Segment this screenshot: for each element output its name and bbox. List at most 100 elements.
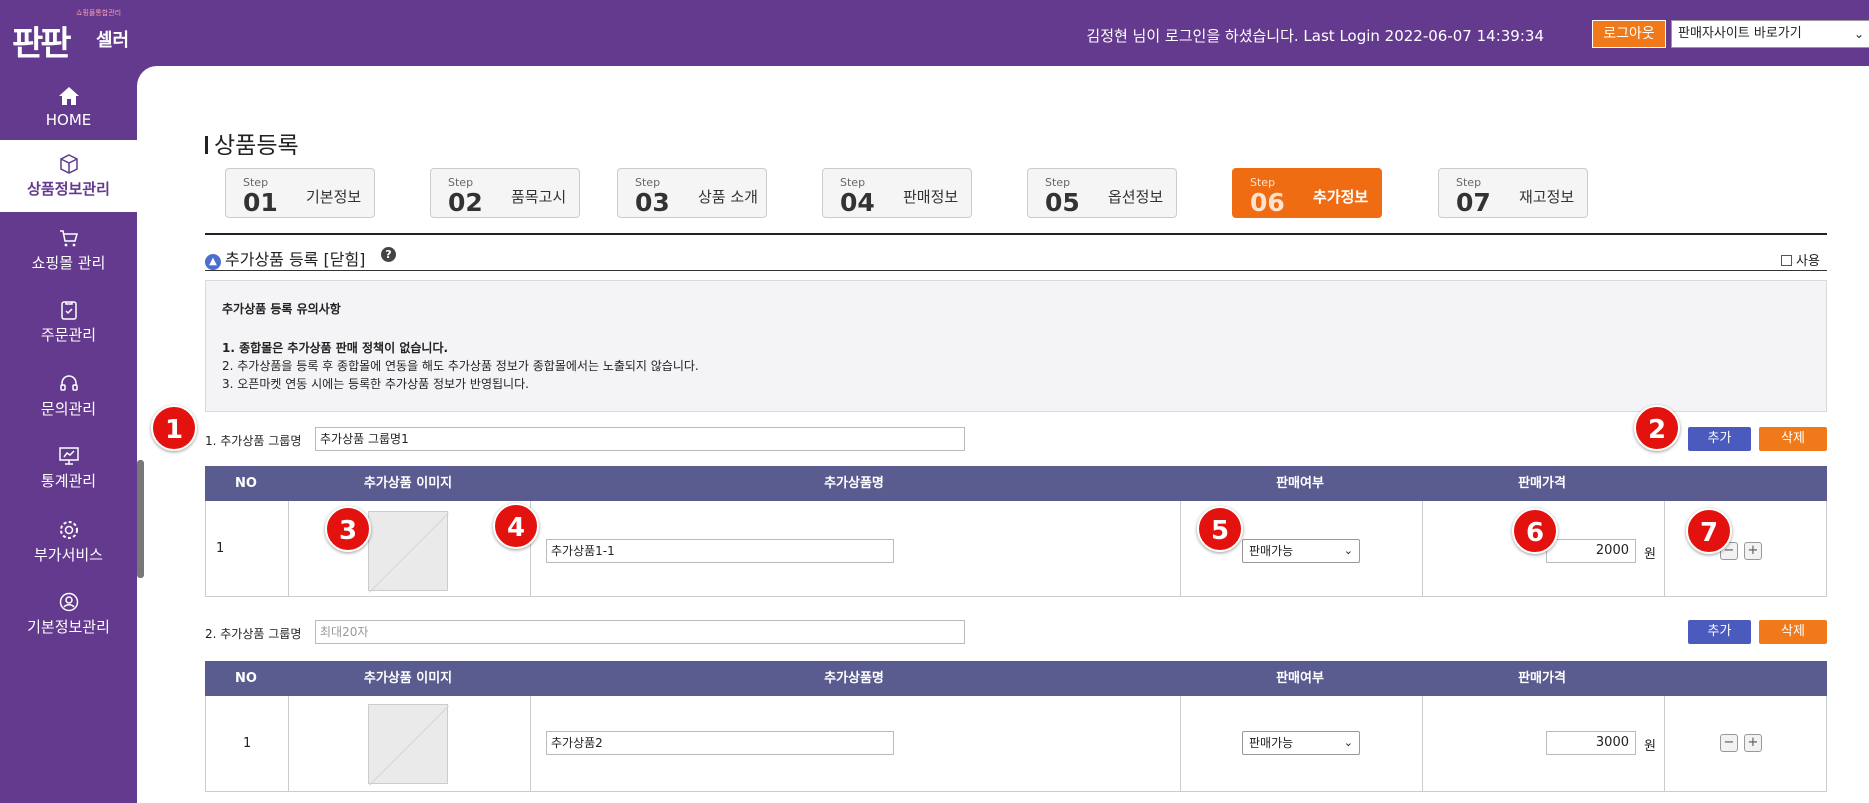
- add-group-button[interactable]: 추가: [1688, 427, 1751, 451]
- sidebar-scrollbar[interactable]: [137, 460, 144, 578]
- add-group-button[interactable]: 추가: [1688, 620, 1751, 644]
- use-checkbox[interactable]: 사용: [1781, 250, 1820, 269]
- section-header[interactable]: ▲ 추가상품 등록 [닫힘]: [205, 246, 365, 270]
- notice-line: 2. 추가상품을 등록 후 종합몰에 연동을 해도 추가상품 정보가 종합몰에서…: [222, 359, 699, 373]
- delete-group-button[interactable]: 삭제: [1759, 620, 1827, 644]
- sale-status-select[interactable]: 판매가능 ⌄: [1242, 539, 1360, 563]
- col-divider: [1422, 696, 1423, 792]
- login-info: 김정현 님이 로그인을 하셨습니다. Last Login 2022-06-07…: [1086, 27, 1544, 45]
- delete-group-button[interactable]: 삭제: [1759, 427, 1827, 451]
- logo[interactable]: 쇼핑몰통합관리 판판 셀러: [10, 6, 140, 64]
- annotation-marker-7: 7: [1686, 508, 1732, 554]
- annotation-marker-1: 1: [151, 405, 197, 451]
- group-2-row: 2. 추가상품 그룹명 최대20자: [205, 620, 1105, 644]
- add-row-button[interactable]: +: [1744, 734, 1762, 752]
- col-divider: [288, 501, 289, 597]
- add-row-button[interactable]: +: [1744, 542, 1762, 560]
- chevron-down-icon: ⌄: [1343, 736, 1353, 749]
- sale-status-select[interactable]: 판매가능 ⌄: [1242, 731, 1360, 755]
- cart-icon: [59, 230, 78, 247]
- step-name: 판매정보: [903, 188, 959, 206]
- notice-line: 3. 오픈마켓 연동 시에는 등록한 추가상품 정보가 반영됩니다.: [222, 377, 529, 391]
- step-name: 상품 소개: [698, 188, 758, 206]
- logo-subtitle: 쇼핑몰통합관리: [76, 9, 122, 17]
- sidebar-item-label: 부가서비스: [33, 546, 103, 564]
- price-input[interactable]: 2000: [1546, 539, 1636, 563]
- seller-site-select-value: 판매자사이트 바로가기: [1678, 26, 1802, 41]
- col-no: NO: [235, 476, 257, 491]
- step-name: 재고정보: [1519, 188, 1575, 206]
- section-title: 추가상품 등록 [닫힘]: [225, 250, 366, 269]
- step-05[interactable]: Step 05 옵션정보: [1027, 168, 1177, 218]
- step-number: 03: [635, 188, 670, 217]
- price-unit: 원: [1644, 739, 1656, 754]
- group-name-input[interactable]: 추가상품 그룹명1: [315, 427, 965, 451]
- product-image-placeholder[interactable]: [368, 704, 448, 784]
- col-divider: [288, 696, 289, 792]
- price-input[interactable]: 3000: [1546, 731, 1636, 755]
- collapse-toggle-icon[interactable]: ▲: [205, 254, 221, 270]
- step-01[interactable]: Step 01 기본정보: [225, 168, 375, 218]
- group-name-label: 2. 추가상품 그룹명: [205, 627, 302, 641]
- page-title-text: 상품등록: [214, 133, 299, 159]
- sidebar-item-label: 주문관리: [40, 326, 97, 344]
- sidebar-item-home[interactable]: HOME: [0, 72, 137, 144]
- table-header: NO 추가상품 이미지 추가상품명 판매여부 판매가격: [205, 661, 1827, 696]
- help-icon[interactable]: ?: [381, 247, 396, 262]
- product-name-input[interactable]: 추가상품2: [546, 731, 894, 755]
- col-divider: [1180, 696, 1181, 792]
- annotation-marker-6: 6: [1512, 508, 1558, 554]
- col-image: 추가상품 이미지: [363, 476, 453, 491]
- col-name: 추가상품명: [824, 476, 884, 491]
- group-name-input[interactable]: 최대20자: [315, 620, 965, 644]
- seller-site-select[interactable]: 판매자사이트 바로가기 ⌄: [1671, 20, 1869, 48]
- step-name: 기본정보: [306, 188, 362, 206]
- notice-title: 추가상품 등록 유의사항: [222, 302, 341, 316]
- top-bar: 쇼핑몰통합관리 판판 셀러 김정현 님이 로그인을 하셨습니다. Last Lo…: [0, 0, 1869, 66]
- annotation-marker-2: 2: [1634, 405, 1680, 451]
- product-image-placeholder[interactable]: [368, 511, 448, 591]
- sidebar: HOME 상품정보관리 쇼핑몰 관리 주문관리 문의관리 통계관리 부가서비스: [0, 66, 137, 803]
- sidebar-item-stats[interactable]: 통계관리: [0, 432, 137, 504]
- step-02[interactable]: Step 02 품목고시: [430, 168, 580, 218]
- annotation-marker-5: 5: [1197, 506, 1243, 552]
- step-04[interactable]: Step 04 판매정보: [822, 168, 972, 218]
- step-number: 05: [1045, 188, 1080, 217]
- user-circle-icon: [59, 592, 78, 612]
- gear-icon: [59, 521, 78, 539]
- col-divider: [1422, 501, 1423, 597]
- group-1-row: 1. 추가상품 그룹명 추가상품 그룹명1: [205, 427, 1105, 451]
- step-number: 07: [1456, 188, 1491, 217]
- app-root: 쇼핑몰통합관리 판판 셀러 김정현 님이 로그인을 하셨습니다. Last Lo…: [0, 0, 1869, 803]
- step-name: 옵션정보: [1108, 188, 1164, 206]
- box-icon: [59, 154, 78, 174]
- step-07[interactable]: Step 07 재고정보: [1438, 168, 1588, 218]
- logout-button[interactable]: 로그아웃: [1592, 20, 1666, 48]
- sidebar-item-product-info[interactable]: 상품정보관리: [0, 140, 137, 212]
- sidebar-item-orders[interactable]: 주문관리: [0, 286, 137, 358]
- chart-board-icon: [58, 447, 79, 465]
- col-name: 추가상품명: [824, 671, 884, 686]
- col-divider: [530, 696, 531, 792]
- checkbox-icon[interactable]: [1781, 255, 1792, 266]
- use-checkbox-label: 사용: [1796, 254, 1820, 269]
- step-03[interactable]: Step 03 상품 소개: [617, 168, 767, 218]
- notice-line: 1. 종합몰은 추가상품 판매 정책이 없습니다.: [222, 341, 449, 355]
- logo-mark: 판판: [12, 24, 72, 64]
- sidebar-item-basic-info[interactable]: 기본정보관리: [0, 578, 137, 650]
- annotation-marker-4: 4: [493, 503, 539, 549]
- sidebar-item-shop[interactable]: 쇼핑몰 관리: [0, 214, 137, 286]
- section-divider: [205, 233, 1827, 235]
- remove-row-button[interactable]: −: [1720, 734, 1738, 752]
- sidebar-item-addon[interactable]: 부가서비스: [0, 506, 137, 578]
- annotation-marker-3: 3: [325, 506, 371, 552]
- clipboard-icon: [60, 301, 77, 320]
- headset-icon: [59, 375, 78, 391]
- col-divider: [1664, 501, 1665, 597]
- col-image: 추가상품 이미지: [363, 671, 453, 686]
- product-name-input[interactable]: 추가상품1-1: [546, 539, 894, 563]
- price-unit: 원: [1644, 547, 1656, 562]
- row-number: 1: [243, 736, 252, 751]
- step-06[interactable]: Step 06 추가정보: [1232, 168, 1382, 218]
- sidebar-item-inquiry[interactable]: 문의관리: [0, 360, 137, 432]
